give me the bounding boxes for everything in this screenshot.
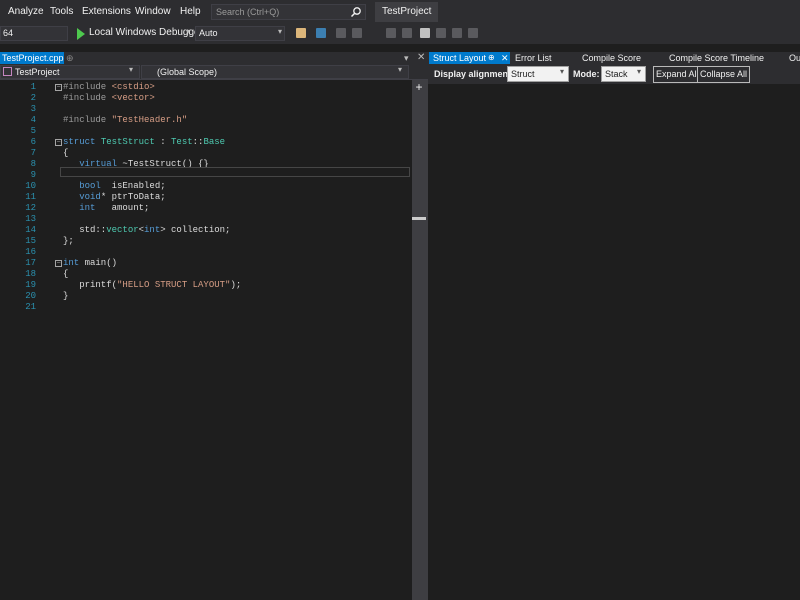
- line-number: 16: [25, 247, 36, 257]
- menu-bar: Analyze Tools Extensions Window Help Sea…: [0, 0, 800, 24]
- editor-scrollbar[interactable]: [412, 80, 428, 600]
- expand-all-button[interactable]: Expand All: [653, 66, 702, 83]
- toolbar-icon[interactable]: [402, 28, 412, 38]
- toolbar-icon[interactable]: [452, 28, 462, 38]
- chevron-down-icon[interactable]: ▾: [398, 65, 402, 74]
- tab-output[interactable]: Ou: [789, 52, 800, 64]
- code-line: {: [63, 269, 69, 279]
- split-editor-button[interactable]: +: [413, 81, 425, 93]
- collapse-all-button[interactable]: Collapse All: [697, 66, 751, 83]
- line-number: 5: [30, 126, 36, 136]
- project-title: TestProject: [375, 2, 439, 22]
- toolbar-icon[interactable]: [386, 28, 396, 38]
- tab-compile-score[interactable]: Compile Score: [582, 52, 641, 64]
- code-line: #include "TestHeader.h": [63, 115, 188, 125]
- find-in-files-icon[interactable]: [296, 28, 306, 38]
- code-line: void* ptrToData;: [63, 192, 166, 202]
- search-input[interactable]: Search (Ctrl+Q): [211, 4, 366, 20]
- line-number: 8: [30, 159, 36, 169]
- line-number: 10: [25, 181, 36, 191]
- toolbar-icon[interactable]: [468, 28, 478, 38]
- line-number: 19: [25, 280, 36, 290]
- chevron-down-icon[interactable]: ▾: [404, 52, 409, 64]
- code-line: struct TestStruct : Test::Base: [63, 137, 226, 147]
- line-number: 18: [25, 269, 36, 279]
- line-number: 6: [30, 137, 36, 147]
- close-icon[interactable]: ✕: [501, 52, 509, 64]
- tab-compile-score-timeline[interactable]: Compile Score Timeline: [669, 52, 764, 64]
- struct-layout-panel: [428, 52, 800, 600]
- line-number: 20: [25, 291, 36, 301]
- mode-label: Mode:: [573, 69, 600, 79]
- fold-toggle-icon[interactable]: −: [55, 84, 62, 91]
- editor-tab-bar: [0, 52, 428, 64]
- alignment-label: Display alignment:: [434, 69, 515, 79]
- toolbar: 64 Local Windows Debugger ▾ Auto ▾: [0, 24, 800, 44]
- menu-analyze[interactable]: Analyze: [8, 6, 44, 17]
- line-number: 17: [25, 258, 36, 268]
- pin-icon[interactable]: ⊕: [66, 52, 74, 64]
- code-line: std::vector<int> collection;: [63, 225, 231, 235]
- line-number: 7: [30, 148, 36, 158]
- fold-toggle-icon[interactable]: −: [55, 139, 62, 146]
- tab-error-list[interactable]: Error List: [515, 52, 552, 64]
- line-number: 3: [30, 104, 36, 114]
- line-number: 4: [30, 115, 36, 125]
- tab-struct-layout[interactable]: Struct Layout: [429, 52, 510, 64]
- close-icon[interactable]: ✕: [417, 52, 425, 64]
- chevron-down-icon[interactable]: ▾: [278, 27, 282, 36]
- code-line: int main(): [63, 258, 118, 268]
- toolbar-icon[interactable]: [336, 28, 346, 38]
- toolbar-icon[interactable]: [436, 28, 446, 38]
- menu-extensions[interactable]: Extensions: [82, 6, 131, 17]
- line-number: 11: [25, 192, 36, 202]
- code-line: };: [63, 236, 74, 246]
- line-number: 13: [25, 214, 36, 224]
- project-icon: [3, 67, 12, 76]
- toolbar-icon[interactable]: [352, 28, 362, 38]
- chevron-down-icon[interactable]: ▾: [637, 67, 641, 76]
- code-line: #include <vector>: [63, 93, 155, 103]
- code-editor[interactable]: 1− #include <cstdio> 2 #include <vector> 3 4 #…: [0, 80, 412, 600]
- chevron-down-icon[interactable]: ▾: [186, 27, 190, 36]
- code-line: printf("HELLO STRUCT LAYOUT");: [63, 280, 242, 290]
- platform-combo[interactable]: 64: [0, 26, 68, 41]
- project-combo[interactable]: TestProject: [0, 65, 140, 79]
- pin-icon[interactable]: ⊕: [488, 52, 495, 64]
- menu-tools[interactable]: Tools: [50, 6, 73, 17]
- chevron-down-icon[interactable]: ▾: [129, 65, 133, 74]
- code-line: {: [63, 148, 69, 158]
- line-number: 15: [25, 236, 36, 246]
- code-line: int amount;: [63, 203, 150, 213]
- menu-help[interactable]: Help: [180, 6, 201, 17]
- code-line: #include <cstdio>: [63, 82, 155, 92]
- search-placeholder: Search (Ctrl+Q): [216, 7, 280, 17]
- scope-combo[interactable]: (Global Scope): [141, 65, 409, 79]
- scrollbar-thumb[interactable]: [412, 217, 426, 220]
- line-number: 12: [25, 203, 36, 213]
- line-number: 2: [30, 93, 36, 103]
- bookmark-icon[interactable]: [420, 28, 430, 38]
- code-line: }: [63, 291, 69, 301]
- play-icon[interactable]: [77, 28, 85, 40]
- line-number: 9: [30, 170, 36, 180]
- menu-window[interactable]: Window: [135, 6, 171, 17]
- window-icon[interactable]: [316, 28, 326, 38]
- solution-config-combo[interactable]: Auto: [195, 26, 285, 41]
- line-number: 21: [25, 302, 36, 312]
- code-line: bool isEnabled;: [63, 181, 166, 191]
- line-number: 14: [25, 225, 36, 235]
- chevron-down-icon[interactable]: ▾: [560, 67, 564, 76]
- fold-toggle-icon[interactable]: −: [55, 260, 62, 267]
- navigation-bar: TestProject ▾ (Global Scope) ▾: [0, 64, 428, 80]
- search-icon[interactable]: [350, 6, 362, 18]
- file-tab[interactable]: TestProject.cpp: [0, 52, 64, 64]
- line-number: 1: [30, 82, 36, 92]
- current-line-highlight: [60, 167, 410, 177]
